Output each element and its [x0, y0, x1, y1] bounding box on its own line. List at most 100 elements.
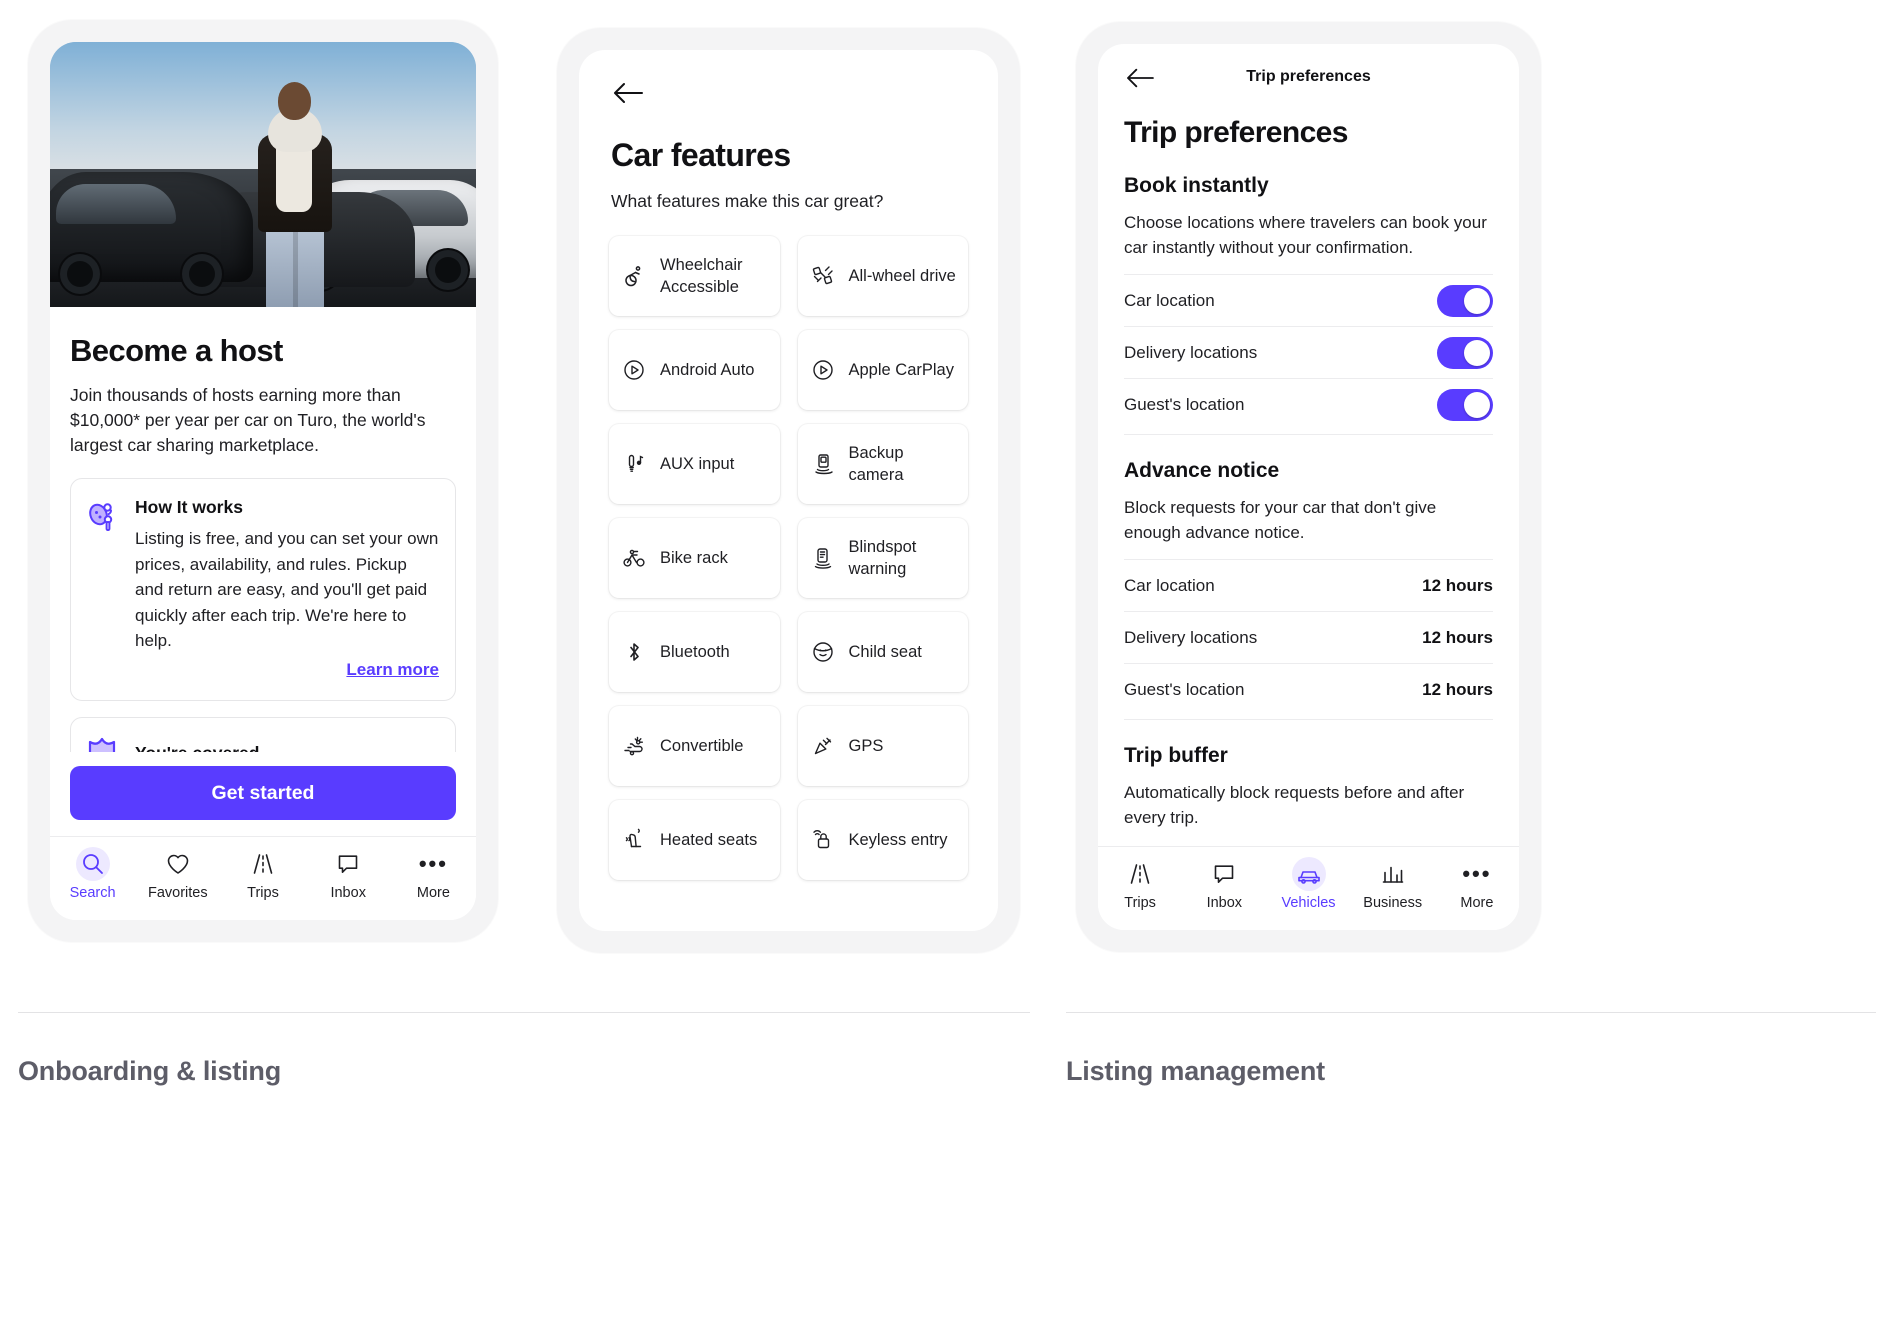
get-started-button[interactable]: Get started [70, 766, 456, 820]
tab-more[interactable]: ••• More [391, 849, 476, 902]
feature-label: Convertible [660, 737, 744, 755]
feature-card-aux-input[interactable]: AUX input [609, 424, 780, 504]
keyless-entry-icon [810, 827, 836, 853]
bottom-tab-bar-listing: Trips Inbox Vehicles Business ••• More [1098, 846, 1519, 930]
navigation-bar: Trip preferences [1098, 44, 1519, 100]
feature-card-wheelchair-accessible[interactable]: Wheelchair Accessible [609, 236, 780, 316]
advance-row-car-location[interactable]: Car location 12 hours [1124, 559, 1493, 611]
heart-icon [163, 849, 193, 879]
chat-bubble-icon [333, 849, 363, 879]
tab-label: Vehicles [1281, 895, 1336, 911]
divider-right [1066, 1012, 1876, 1013]
feature-card-blindspot-warning[interactable]: Blindspot warning [797, 518, 968, 598]
host-person [246, 78, 342, 307]
caption-listing-management: Listing management [1066, 1056, 1325, 1086]
car-icon [1291, 857, 1326, 891]
car-features-grid: Wheelchair Accessible All-wheel drive An… [609, 236, 968, 880]
toggle-delivery-locations[interactable] [1437, 336, 1493, 369]
android-auto-icon [621, 357, 647, 383]
feature-card-gps[interactable]: GPS [797, 706, 968, 786]
feature-label: Bluetooth [660, 643, 730, 661]
setting-row-guests-location[interactable]: Guest's location [1124, 378, 1493, 430]
tab-label: Inbox [330, 885, 366, 901]
page-title: Trip preferences [1124, 116, 1348, 149]
hero-image-become-a-host [50, 42, 476, 307]
row-label: Guest's location [1124, 679, 1245, 699]
section-description: Automatically block requests before and … [1124, 783, 1465, 827]
feature-card-bluetooth[interactable]: Bluetooth [609, 612, 780, 692]
feature-label: All-wheel drive [848, 267, 956, 285]
backup-camera-icon [810, 451, 836, 477]
road-icon [248, 849, 278, 879]
gps-icon [810, 733, 836, 759]
learn-more-link[interactable]: Learn more [135, 660, 439, 680]
how-it-works-card[interactable]: How It works Listing is free, and you ca… [70, 478, 456, 701]
tab-trips[interactable]: Trips [220, 849, 305, 901]
tab-label: Business [1363, 895, 1423, 911]
page-title: Become a host [70, 333, 283, 368]
page-title: Car features [611, 137, 791, 173]
feature-label: Android Auto [660, 361, 755, 379]
feature-card-convertible[interactable]: Convertible [609, 706, 780, 786]
feature-card-bike-rack[interactable]: Bike rack [609, 518, 780, 598]
convertible-icon [621, 733, 647, 759]
bar-chart-icon [1378, 859, 1408, 889]
back-arrow-icon[interactable] [611, 83, 645, 110]
toggle-car-location[interactable] [1437, 284, 1493, 317]
feature-card-child-seat[interactable]: Child seat [797, 612, 968, 692]
bike-rack-icon [621, 545, 647, 571]
tab-search[interactable]: Search [50, 847, 135, 901]
tab-business[interactable]: Business [1351, 859, 1435, 911]
tab-inbox[interactable]: Inbox [306, 849, 391, 901]
search-icon [75, 847, 110, 881]
feature-card-backup-camera[interactable]: Backup camera [797, 424, 968, 504]
chat-bubble-icon [1209, 859, 1239, 889]
heated-seats-icon [621, 827, 647, 853]
section-trip-buffer: Trip buffer Automatically block requests… [1124, 744, 1493, 830]
feature-label: Heated seats [660, 831, 758, 849]
tab-label: More [1460, 895, 1494, 911]
feature-card-heated-seats[interactable]: Heated seats [609, 800, 780, 880]
setting-row-delivery-locations[interactable]: Delivery locations [1124, 326, 1493, 378]
setting-row-car-location[interactable]: Car location [1124, 274, 1493, 326]
screen-trip-preferences: Trip preferences Trip preferences Book i… [1098, 44, 1519, 930]
mockup-board: Become a host Join thousands of hosts ea… [0, 0, 1894, 1321]
card-title: How It works [135, 497, 243, 517]
cta-container: Get started [50, 752, 476, 836]
key-fob-icon [87, 497, 121, 680]
tab-label: Inbox [1206, 895, 1243, 911]
toggle-guests-location[interactable] [1437, 388, 1493, 421]
feature-card-android-auto[interactable]: Android Auto [609, 330, 780, 410]
row-value: 12 hours [1422, 575, 1493, 595]
aux-input-icon [621, 451, 647, 477]
nav-title: Trip preferences [1246, 68, 1371, 85]
caption-onboarding-listing: Onboarding & listing [18, 1056, 281, 1086]
tab-favorites[interactable]: Favorites [135, 849, 220, 901]
feature-card-apple-carplay[interactable]: Apple CarPlay [797, 330, 968, 410]
section-heading: Trip buffer [1124, 744, 1228, 767]
row-label: Delivery locations [1124, 342, 1258, 362]
page-subtitle: Join thousands of hosts earning more tha… [70, 385, 426, 455]
feature-card-all-wheel-drive[interactable]: All-wheel drive [797, 236, 968, 316]
screen-become-a-host: Become a host Join thousands of hosts ea… [50, 42, 476, 920]
row-label: Delivery locations [1124, 627, 1258, 647]
section-heading: Book instantly [1124, 174, 1269, 197]
phone-mockup-car-features: Car features What features make this car… [557, 28, 1020, 953]
section-advance-notice: Advance notice Block requests for your c… [1124, 459, 1493, 720]
section-book-instantly: Book instantly Choose locations where tr… [1124, 174, 1493, 435]
row-label: Car location [1124, 575, 1215, 595]
tab-label: Trips [1124, 895, 1156, 911]
apple-carplay-icon [810, 357, 836, 383]
feature-label: Keyless entry [848, 831, 948, 849]
advance-row-guests-location[interactable]: Guest's location 12 hours [1124, 663, 1493, 715]
divider-left [18, 1012, 1030, 1013]
feature-label: Bike rack [660, 549, 728, 567]
tab-more[interactable]: ••• More [1435, 859, 1519, 912]
tab-vehicles[interactable]: Vehicles [1266, 857, 1350, 911]
tab-inbox[interactable]: Inbox [1182, 859, 1266, 911]
tab-trips[interactable]: Trips [1098, 859, 1182, 911]
tab-label: Trips [247, 885, 279, 901]
feature-card-keyless-entry[interactable]: Keyless entry [797, 800, 968, 880]
advance-row-delivery-locations[interactable]: Delivery locations 12 hours [1124, 611, 1493, 663]
bottom-tab-bar-onboarding: Search Favorites Trips Inbox ••• More [50, 836, 476, 920]
